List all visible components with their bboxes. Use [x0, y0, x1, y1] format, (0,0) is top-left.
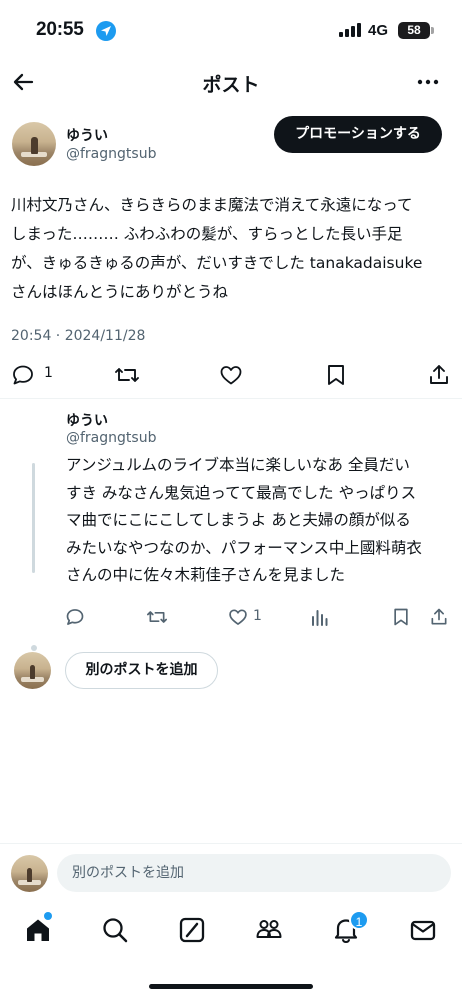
communities-icon[interactable] [255, 916, 283, 944]
like-count: 1 [253, 608, 262, 624]
home-indicator [149, 984, 313, 989]
reply-icon [66, 609, 84, 625]
repost-icon [115, 368, 139, 382]
battery-icon: 58 [398, 22, 430, 39]
repost-action[interactable] [114, 363, 140, 387]
location-arrow-icon [96, 21, 116, 41]
divider [0, 843, 462, 844]
reply-author-handle[interactable]: @fragngtsub [66, 430, 156, 446]
signal-icon [339, 23, 361, 37]
like-action[interactable] [219, 363, 243, 387]
reply-action[interactable] [11, 363, 35, 387]
avatar [11, 855, 48, 892]
analytics-action[interactable] [310, 607, 330, 631]
avatar[interactable] [12, 122, 56, 166]
reply-action[interactable] [65, 607, 85, 631]
bookmark-action[interactable] [324, 363, 348, 387]
page-title: ポスト [202, 74, 260, 96]
repost-action[interactable] [146, 607, 168, 631]
share-icon [431, 608, 447, 625]
reply-text: アンジュルムのライブ本当に楽しいなあ 全員だい すき みなさん鬼気迫ってて最高で… [66, 456, 422, 584]
thread-connector [31, 645, 37, 651]
network-label: 4G [368, 22, 389, 39]
add-post-button[interactable]: 別のポストを追加 [65, 652, 218, 689]
home-unread-dot [44, 912, 52, 920]
reply-count: 1 [44, 365, 53, 381]
share-action[interactable] [429, 607, 449, 631]
battery-tip [431, 27, 434, 34]
analytics-icon [312, 610, 328, 626]
bookmark-action[interactable] [391, 607, 411, 631]
author-handle[interactable]: @fragngtsub [66, 146, 156, 162]
like-action[interactable] [228, 607, 248, 631]
post-text: 川村文乃さん、きらきらのまま魔法で消えて永遠になって しまった……… ふわふわの… [11, 196, 423, 301]
share-icon [430, 365, 448, 384]
grok-icon[interactable] [178, 916, 206, 944]
notifications-badge: 1 [349, 910, 369, 930]
heart-icon [220, 366, 242, 385]
search-icon[interactable] [101, 916, 129, 944]
promote-button[interactable]: プロモーションする [274, 116, 442, 153]
bookmark-icon [394, 608, 408, 626]
compose-input[interactable]: 別のポストを追加 [57, 854, 451, 892]
author-name[interactable]: ゆうい [66, 125, 108, 145]
reply-actions: 1 [0, 607, 462, 631]
divider [0, 398, 462, 399]
home-icon[interactable] [24, 916, 52, 944]
bookmark-icon [328, 365, 344, 385]
header: ポスト [0, 58, 462, 106]
thread-line [32, 463, 35, 573]
avatar [14, 652, 51, 689]
post-actions: 1 [0, 363, 462, 387]
reply-icon [13, 365, 33, 385]
battery-level: 58 [407, 23, 421, 37]
more-options-icon[interactable] [416, 70, 440, 94]
repost-icon [146, 611, 167, 623]
reply-author-name[interactable]: ゆうい [66, 410, 108, 430]
share-action[interactable] [427, 363, 451, 387]
post-timestamp: 20:54 · 2024/11/28 [11, 328, 146, 344]
status-bar: 20:55 4G 58 [0, 0, 462, 58]
heart-icon [229, 609, 247, 625]
messages-icon[interactable] [409, 916, 437, 944]
status-time: 20:55 [36, 19, 84, 40]
